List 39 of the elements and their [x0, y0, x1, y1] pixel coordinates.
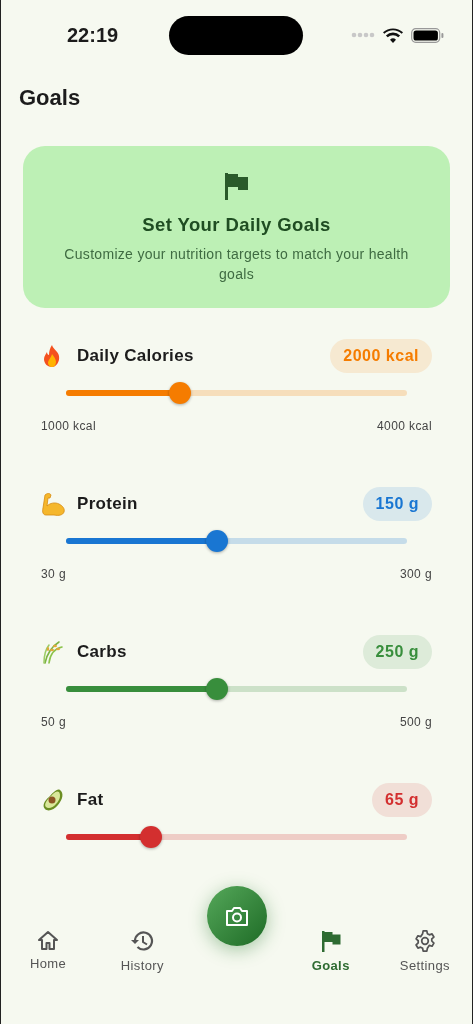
nav-tab[interactable]: Settings: [377, 930, 472, 973]
page-title: Goals: [19, 84, 82, 112]
nav-tab[interactable]: Home: [1, 930, 96, 973]
signal-icon: [351, 32, 375, 38]
card-title: Set Your Daily Goals: [142, 214, 331, 236]
nav-tab[interactable]: Goals: [283, 930, 378, 973]
minimum-label: 1000 kcal: [41, 419, 96, 433]
camera-icon: [225, 905, 249, 927]
goal-name: Protein: [77, 494, 138, 514]
wifi-icon: [383, 27, 403, 43]
clock-time: 22:19: [67, 23, 120, 47]
goal-name: Daily Calories: [77, 346, 194, 366]
minimum-label: 30 g: [41, 567, 66, 581]
nav-tab[interactable]: History: [95, 930, 190, 973]
rice-plant-icon: [41, 640, 65, 664]
flexed-arm-icon: [41, 492, 67, 516]
slider-thumb[interactable]: [206, 530, 229, 552]
settings-icon: [413, 930, 436, 952]
goal-value: 2000 kcal: [330, 339, 432, 373]
maximum-label: 500 g: [399, 715, 432, 729]
minimum-label: 50 g: [41, 715, 66, 729]
goal-name: Carbs: [77, 642, 127, 662]
slider-thumb[interactable]: [140, 826, 163, 848]
goal-value: 150 g: [362, 487, 432, 521]
history-icon: [130, 930, 155, 952]
maximum-label: 300 g: [399, 567, 432, 581]
avocado-icon: [41, 788, 65, 812]
home-icon: [37, 930, 60, 950]
camera-button[interactable]: [207, 886, 267, 946]
flag-icon: [223, 172, 250, 200]
slider-thumb[interactable]: [168, 382, 191, 404]
battery-icon: [411, 27, 444, 43]
card-description: Customize your nutrition targets to match your health goals: [63, 245, 410, 284]
goal-name: Fat: [77, 790, 104, 810]
goal-value: 250 g: [362, 635, 432, 669]
flag-icon: [320, 930, 341, 952]
slider-thumb[interactable]: [206, 678, 229, 700]
goal-value: 65 g: [372, 783, 432, 817]
maximum-label: 4000 kcal: [377, 419, 432, 433]
